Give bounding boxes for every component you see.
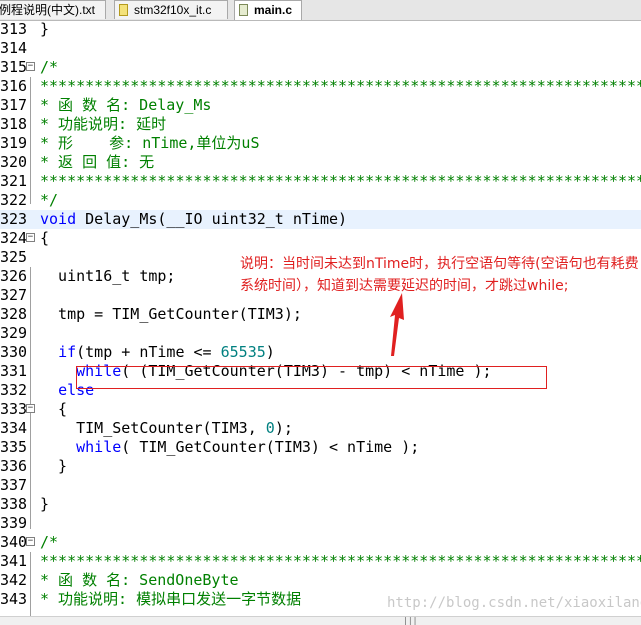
code-line[interactable]: 334 TIM_SetCounter(TIM3, 0);	[0, 419, 641, 438]
line-number: 337	[0, 476, 28, 494]
code-line[interactable]: 317 * 函 数 名: Delay_Ms	[0, 96, 641, 115]
code-text: */	[40, 191, 59, 209]
line-number: 341	[0, 552, 28, 570]
line-number: 322	[0, 191, 28, 209]
line-number: 330	[0, 343, 28, 361]
tab-label: main.c	[254, 3, 293, 17]
code-line[interactable]: 329	[0, 324, 641, 343]
arrow-icon	[390, 293, 404, 356]
code-line[interactable]: 341 *************************************…	[0, 552, 641, 571]
code-text: * 返 回 值: 无	[40, 153, 155, 171]
tab-label: 例程说明(中文).txt	[0, 3, 95, 17]
line-number: 331	[0, 362, 28, 380]
highlight-box	[76, 366, 547, 389]
line-number: 336	[0, 457, 28, 475]
code-text: * 函 数 名: Delay_Ms	[40, 96, 212, 114]
line-number: 339	[0, 514, 28, 532]
line-number: 320	[0, 153, 28, 171]
fold-toggle-icon[interactable]: −	[26, 62, 35, 71]
code-text: while( TIM_GetCounter(TIM3) < nTime );	[76, 438, 420, 456]
line-number: 314	[0, 39, 28, 57]
code-line[interactable]: 333− {	[0, 400, 641, 419]
code-text: }	[40, 457, 68, 475]
line-number: 332	[0, 381, 28, 399]
line-number: 343	[0, 590, 28, 608]
code-text: ****************************************…	[40, 172, 641, 190]
code-line[interactable]: 315−/*	[0, 58, 641, 77]
code-line[interactable]: 318 * 功能说明: 延时	[0, 115, 641, 134]
code-line[interactable]: 321 *************************************…	[0, 172, 641, 191]
code-text: ****************************************…	[40, 552, 641, 570]
line-number: 321	[0, 172, 28, 190]
line-number: 325	[0, 248, 28, 266]
code-text: void Delay_Ms(__IO uint32_t nTime)	[40, 210, 348, 228]
code-text: ****************************************…	[40, 77, 641, 95]
code-text: tmp = TIM_GetCounter(TIM3);	[40, 305, 302, 323]
code-text: }	[40, 20, 50, 38]
code-text: * 函 数 名: SendOneByte	[40, 571, 239, 589]
code-line[interactable]: 314	[0, 39, 641, 58]
line-number: 324	[0, 229, 28, 247]
code-editor[interactable]: 313} 314 315−/* 316 ************************…	[0, 20, 641, 616]
tab-label: stm32f10x_it.c	[134, 3, 212, 17]
line-number: 334	[0, 419, 28, 437]
code-line[interactable]: 328 tmp = TIM_GetCounter(TIM3);	[0, 305, 641, 324]
line-number: 340	[0, 533, 28, 551]
code-line[interactable]: 324−{	[0, 229, 641, 248]
code-text: if(tmp + nTime <= 65535)	[58, 343, 275, 361]
code-line[interactable]: 320 * 返 回 值: 无	[0, 153, 641, 172]
tab-stm32f10x-it[interactable]: stm32f10x_it.c	[114, 0, 228, 19]
scroll-grip-icon[interactable]: |||	[403, 617, 417, 625]
code-line[interactable]: 335 while( TIM_GetCounter(TIM3) < nTime …	[0, 438, 641, 457]
line-number: 335	[0, 438, 28, 456]
line-number: 326	[0, 267, 28, 285]
code-line[interactable]: 340−/*	[0, 533, 641, 552]
code-line[interactable]: 338}	[0, 495, 641, 514]
line-number: 338	[0, 495, 28, 513]
code-text: /*	[40, 533, 59, 551]
fold-toggle-icon[interactable]: −	[26, 233, 35, 242]
line-number: 313	[0, 20, 28, 38]
code-line[interactable]: 319 * 形 参: nTime,单位为uS	[0, 134, 641, 153]
fold-toggle-icon[interactable]: −	[26, 404, 35, 413]
code-line[interactable]: 336 }	[0, 457, 641, 476]
line-number: 323	[0, 210, 28, 228]
line-number: 327	[0, 286, 28, 304]
tab-readme[interactable]: 例程说明(中文).txt	[0, 0, 106, 19]
code-line[interactable]: 337	[0, 476, 641, 495]
file-tab-bar: 例程说明(中文).txt stm32f10x_it.c main.c	[0, 0, 641, 21]
code-text: uint16_t tmp;	[40, 267, 176, 285]
code-line[interactable]: 323 void Delay_Ms(__IO uint32_t nTime)	[0, 210, 641, 229]
code-text: }	[40, 495, 50, 513]
code-line[interactable]: 339	[0, 514, 641, 533]
tab-main-c[interactable]: main.c	[234, 0, 302, 20]
code-text: TIM_SetCounter(TIM3, 0);	[40, 419, 293, 437]
line-number: 319	[0, 134, 28, 152]
code-text: * 形 参: nTime,单位为uS	[40, 134, 260, 152]
code-text: {	[40, 400, 68, 418]
annotation-note: 说明：当时间未达到nTime时，执行空语句等待(空语句也有耗费系统时间），知道到…	[240, 256, 639, 294]
code-line[interactable]: 316 *************************************…	[0, 77, 641, 96]
watermark: http://blog.csdn.net/xiaoxilang	[387, 595, 641, 611]
line-number: 315	[0, 58, 28, 76]
code-text: {	[40, 229, 50, 247]
line-number: 329	[0, 324, 28, 342]
code-text: /*	[40, 58, 59, 76]
code-line[interactable]: 342 * 函 数 名: SendOneByte	[0, 571, 641, 590]
code-line[interactable]: 330 if(tmp + nTime <= 65535)	[0, 343, 641, 362]
code-line[interactable]: 313}	[0, 20, 641, 39]
line-number: 333	[0, 400, 28, 418]
fold-toggle-icon[interactable]: −	[26, 537, 35, 546]
line-number: 318	[0, 115, 28, 133]
line-number: 328	[0, 305, 28, 323]
line-number: 342	[0, 571, 28, 589]
code-text: * 功能说明: 延时	[40, 115, 167, 133]
code-line[interactable]: 322 */	[0, 191, 641, 210]
line-number: 317	[0, 96, 28, 114]
c-file-icon	[239, 4, 248, 16]
c-file-icon	[119, 4, 128, 16]
code-text: * 功能说明: 模拟串口发送一字节数据	[40, 590, 302, 608]
line-number: 316	[0, 77, 28, 95]
